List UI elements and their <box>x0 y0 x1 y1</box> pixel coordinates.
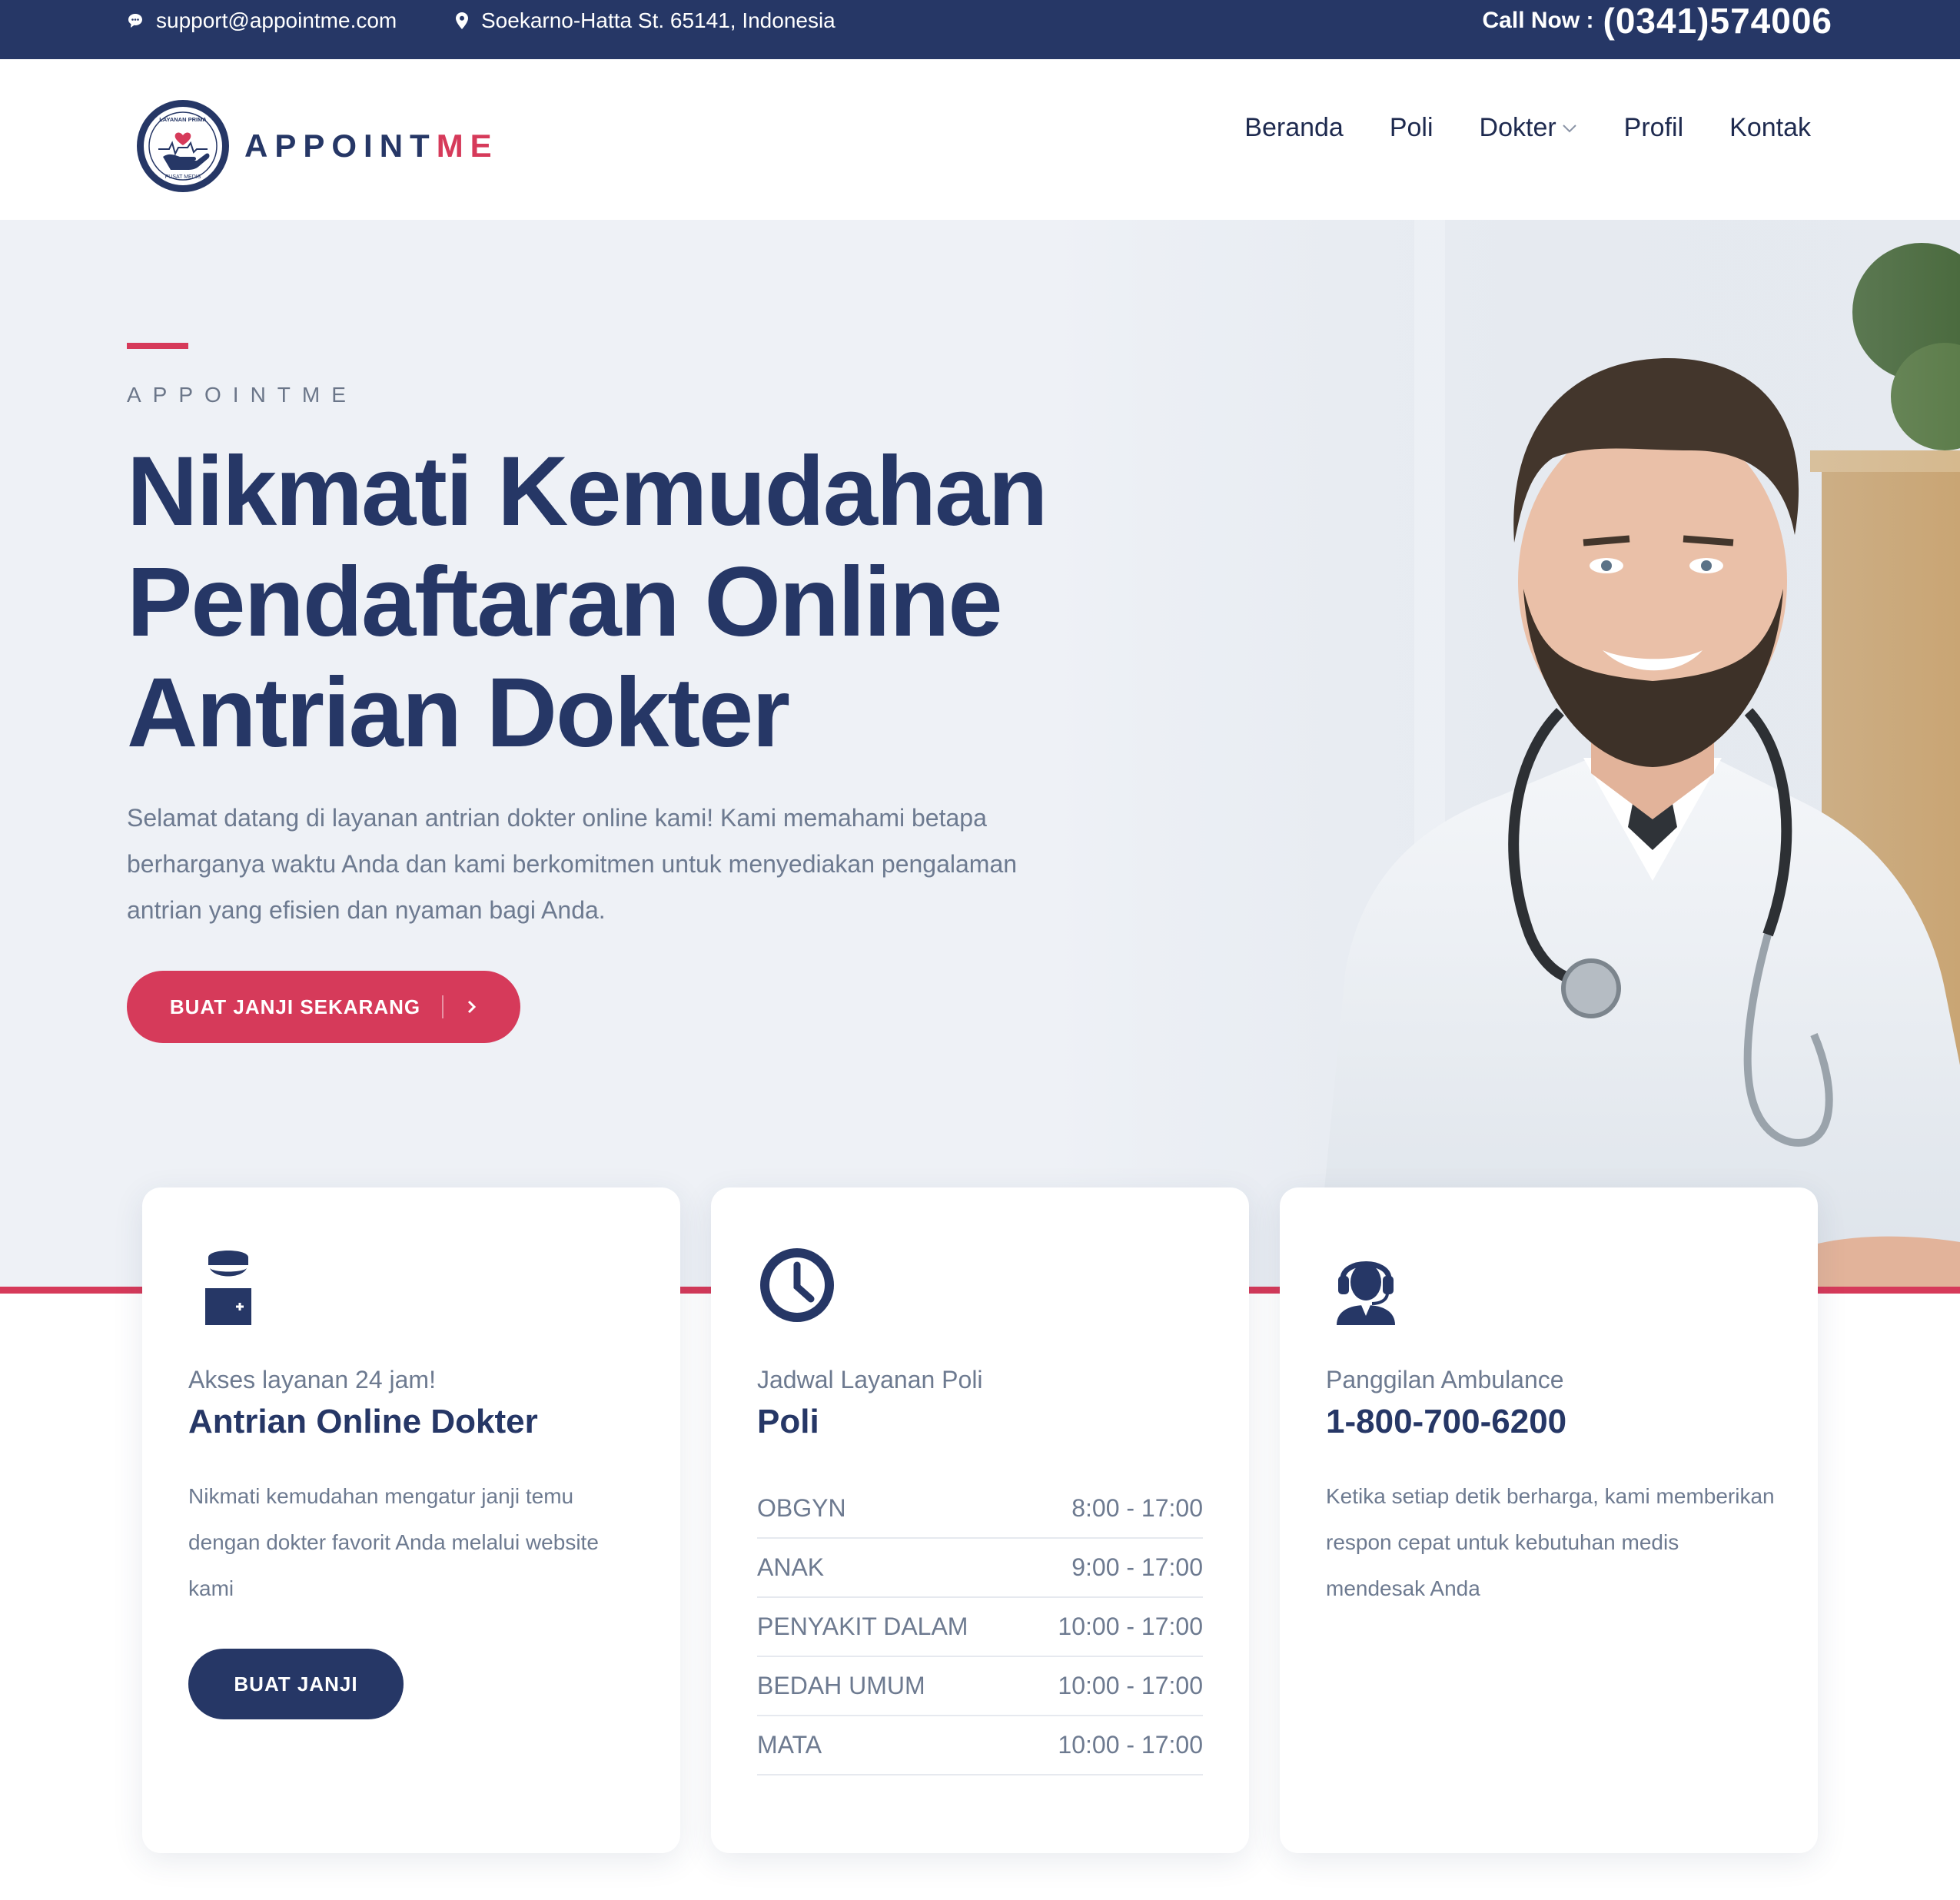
nav-item-profil[interactable]: Profil <box>1624 113 1683 143</box>
hero-description: Selamat datang di layanan antrian dokter… <box>127 804 1018 924</box>
schedule-clinic-name: PENYAKIT DALAM <box>757 1613 968 1640</box>
schedule-row: MATA 10:00 - 17:00 <box>757 1716 1203 1775</box>
schedule-hours: 9:00 - 17:00 <box>1071 1553 1203 1581</box>
brand-logo[interactable]: LAYANAN PRIMA PUSAT MEDIS APPOINTME <box>135 98 499 194</box>
nav-item-poli[interactable]: Poli <box>1390 113 1433 143</box>
hero-title-line: Pendaftaran Online <box>127 547 1003 657</box>
nav-item-label: Dokter <box>1479 113 1556 142</box>
make-appointment-button[interactable]: BUAT JANJI <box>188 1649 404 1719</box>
nav-item-kontak[interactable]: Kontak <box>1729 113 1811 143</box>
call-now-number[interactable]: (0341)574006 <box>1603 0 1832 42</box>
doctor-photo <box>1053 220 1960 1294</box>
schedule-row: ANAK 9:00 - 17:00 <box>757 1539 1203 1598</box>
clinic-schedule-card: Jadwal Layanan Poli Poli OBGYN 8:00 - 17… <box>711 1188 1249 1853</box>
hero-section: APPOINTME Nikmati Kemudahan Pendaftaran … <box>0 220 1960 1294</box>
ambulance-call-card: Panggilan Ambulance 1-800-700-6200 Ketik… <box>1280 1188 1818 1853</box>
online-queue-card: Akses layanan 24 jam! Antrian Online Dok… <box>142 1188 680 1853</box>
map-pin-icon <box>456 12 468 29</box>
make-appointment-now-button[interactable]: BUAT JANJI SEKARANG <box>127 971 520 1043</box>
schedule-hours: 8:00 - 17:00 <box>1071 1494 1203 1522</box>
chevron-down-icon <box>1562 124 1576 132</box>
schedule-clinic-name: OBGYN <box>757 1494 846 1522</box>
nav-item-dokter[interactable]: Dokter <box>1480 113 1578 143</box>
card-description: Nikmati kemudahan mengatur janji temu de… <box>188 1484 599 1600</box>
email-text: support@appointme.com <box>156 8 397 32</box>
schedule-hours: 10:00 - 17:00 <box>1058 1613 1203 1640</box>
card-subtitle: Jadwal Layanan Poli <box>757 1366 983 1393</box>
emblem-bottom-text: PUSAT MEDIS <box>165 174 201 180</box>
call-now[interactable]: Call Now : (0341)574006 <box>1483 0 1832 42</box>
schedule-hours: 10:00 - 17:00 <box>1058 1672 1203 1699</box>
nav-item-label: Kontak <box>1729 113 1811 142</box>
site-header: LAYANAN PRIMA PUSAT MEDIS APPOINTME Bera… <box>0 59 1960 220</box>
brand-name-accent: ME <box>436 128 499 164</box>
ambulance-phone-number[interactable]: 1-800-700-6200 <box>1326 1403 1566 1441</box>
nav-item-label: Profil <box>1623 113 1684 142</box>
card-title: Antrian Online Dokter <box>188 1403 538 1440</box>
hero-title-line: Nikmati Kemudahan <box>127 437 1048 546</box>
clinic-schedule-list: OBGYN 8:00 - 17:00 ANAK 9:00 - 17:00 PEN… <box>757 1480 1203 1775</box>
card-title: Poli <box>757 1403 819 1440</box>
card-description: Ketika setiap detik berharga, kami membe… <box>1326 1484 1775 1600</box>
make-appointment-label: BUAT JANJI <box>234 1672 358 1696</box>
main-nav: Beranda Poli Dokter Profil Kontak <box>1244 113 1811 143</box>
schedule-clinic-name: MATA <box>757 1731 822 1759</box>
chat-bubble-icon <box>128 14 142 28</box>
nav-item-label: Poli <box>1389 113 1433 142</box>
brand-wordmark: APPOINTME <box>244 128 499 164</box>
top-bar: support@appointme.com Soekarno-Hatta St.… <box>0 0 1960 59</box>
hero-title-line: Antrian Dokter <box>127 658 790 768</box>
button-divider <box>442 995 444 1018</box>
emblem-top-text: LAYANAN PRIMA <box>159 116 207 123</box>
hero-accent-bar <box>127 343 188 349</box>
schedule-clinic-name: BEDAH UMUM <box>757 1672 925 1699</box>
nav-item-label: Beranda <box>1244 113 1344 142</box>
call-now-label: Call Now : <box>1482 8 1594 33</box>
brand-name-main: APPOINT <box>244 128 437 164</box>
schedule-row: BEDAH UMUM 10:00 - 17:00 <box>757 1657 1203 1716</box>
brand-emblem-icon: LAYANAN PRIMA PUSAT MEDIS <box>137 100 229 192</box>
address-contact: Soekarno-Hatta St. 65141, Indonesia <box>455 0 835 42</box>
make-appointment-now-label: BUAT JANJI SEKARANG <box>169 995 421 1018</box>
schedule-hours: 10:00 - 17:00 <box>1058 1731 1203 1759</box>
address-text: Soekarno-Hatta St. 65141, Indonesia <box>481 8 835 32</box>
headset-agent-icon <box>1337 1261 1395 1325</box>
schedule-row: PENYAKIT DALAM 10:00 - 17:00 <box>757 1598 1203 1657</box>
schedule-clinic-name: ANAK <box>757 1553 825 1581</box>
chevron-right-icon <box>468 1000 477 1014</box>
email-contact[interactable]: support@appointme.com <box>127 0 397 42</box>
clock-icon <box>760 1248 834 1322</box>
hero-eyebrow: APPOINTME <box>127 383 357 407</box>
doctor-icon <box>205 1251 251 1325</box>
card-subtitle: Panggilan Ambulance <box>1326 1366 1564 1393</box>
hero-title: Nikmati Kemudahan Pendaftaran Online Ant… <box>127 437 1049 769</box>
schedule-row: OBGYN 8:00 - 17:00 <box>757 1480 1203 1539</box>
card-subtitle: Akses layanan 24 jam! <box>188 1366 436 1393</box>
nav-item-beranda[interactable]: Beranda <box>1244 113 1344 143</box>
